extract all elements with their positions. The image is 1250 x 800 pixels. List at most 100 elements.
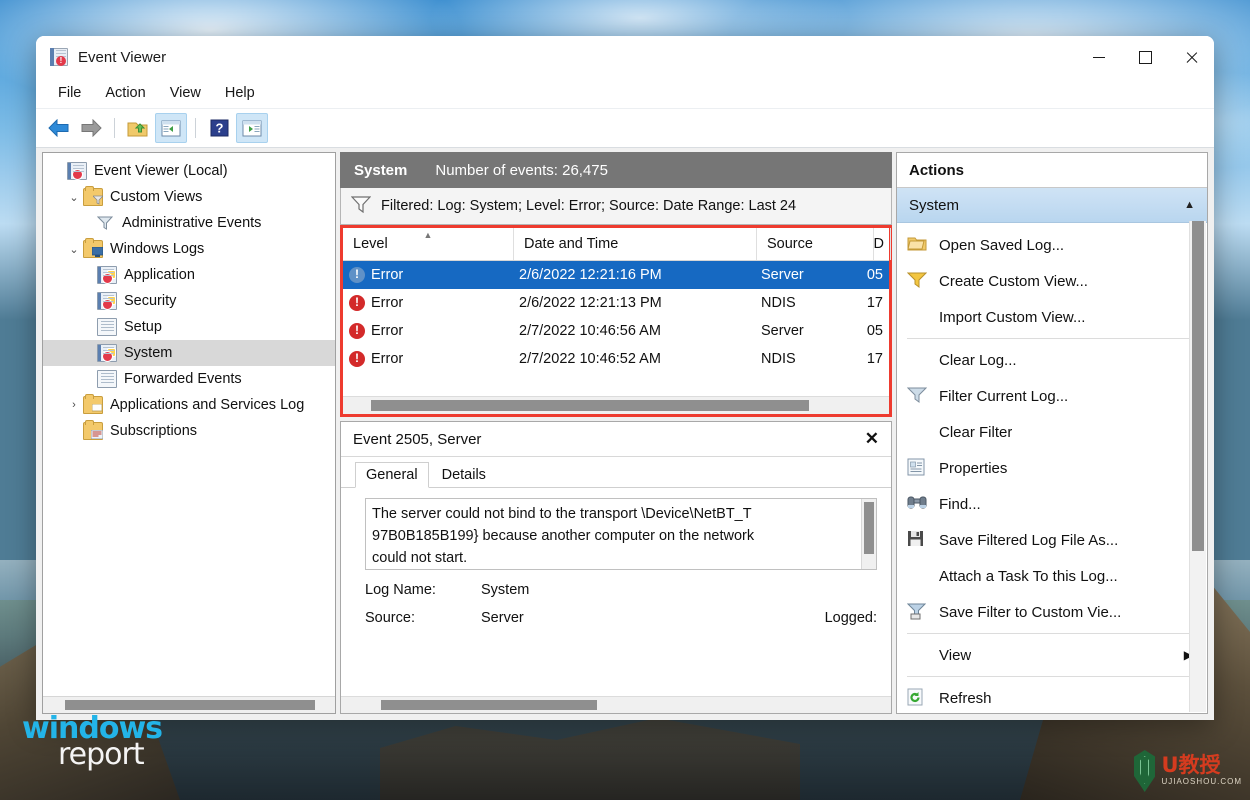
column-header-source[interactable]: Source	[757, 228, 874, 260]
cell-date: 2/6/2022 12:21:16 PM	[519, 267, 662, 283]
column-header-event-id[interactable]: Event ID	[874, 228, 891, 260]
cell-source: Server	[761, 267, 804, 283]
title-bar: ! Event Viewer	[36, 36, 1214, 78]
message-vertical-scrollbar[interactable]	[861, 499, 876, 569]
action-clear-filter[interactable]: Clear Filter	[897, 414, 1207, 450]
actions-pane: Actions System ▲ Open Saved Log... Creat…	[896, 152, 1208, 714]
log-plain-icon	[97, 318, 117, 336]
action-label: Create Custom View...	[939, 272, 1088, 290]
help-icon[interactable]: ?	[204, 114, 234, 142]
no-icon	[907, 422, 929, 442]
log-book-icon	[97, 292, 117, 310]
action-refresh[interactable]: Refresh	[897, 680, 1207, 713]
field-source: Source: Server Logged:	[365, 610, 877, 626]
tree-item-subscriptions[interactable]: Subscriptions	[43, 418, 335, 444]
no-icon	[907, 350, 929, 370]
cell-event-id: 2505	[867, 323, 883, 339]
action-import-custom-view[interactable]: Import Custom View...	[897, 299, 1207, 335]
tree-item-label: Security	[124, 293, 177, 309]
close-button[interactable]	[1168, 36, 1214, 78]
action-clear-log[interactable]: Clear Log...	[897, 342, 1207, 378]
funnel-icon	[350, 195, 372, 217]
action-find[interactable]: Find...	[897, 486, 1207, 522]
properties-icon	[907, 458, 929, 478]
tree-item-application[interactable]: Application	[43, 262, 335, 288]
actions-vertical-scrollbar[interactable]	[1189, 221, 1206, 712]
menu-help[interactable]: Help	[213, 82, 267, 104]
center-pane: System Number of events: 26,475 Filtered…	[340, 152, 892, 714]
scrollbar-thumb[interactable]	[371, 400, 809, 411]
tree-item-label: Setup	[124, 319, 162, 335]
table-row[interactable]: Error 2/6/2022 12:21:13 PM NDIS 10317	[343, 289, 889, 317]
field-label-logged: Logged:	[824, 610, 877, 626]
scrollbar-thumb[interactable]	[381, 700, 597, 710]
event-count-label: Number of events: 26,475	[435, 161, 608, 179]
tree-item-label: Administrative Events	[122, 215, 262, 231]
maximize-button[interactable]	[1122, 36, 1168, 78]
filter-bar[interactable]: Filtered: Log: System; Level: Error; Sou…	[340, 188, 892, 225]
tab-details[interactable]: Details	[431, 462, 497, 487]
action-label: Save Filter to Custom Vie...	[939, 603, 1122, 621]
back-arrow-icon[interactable]	[44, 114, 74, 142]
action-open-saved-log[interactable]: Open Saved Log...	[897, 227, 1207, 263]
tree-item-custom-views[interactable]: ⌄ Custom Views	[43, 184, 335, 210]
field-label: Source:	[365, 610, 415, 626]
action-filter-current-log[interactable]: Filter Current Log...	[897, 378, 1207, 414]
menu-view[interactable]: View	[158, 82, 213, 104]
scrollbar-thumb[interactable]	[65, 700, 315, 710]
action-attach-a-task-to-this-log[interactable]: Attach a Task To this Log...	[897, 558, 1207, 594]
tree-item-label: Windows Logs	[110, 241, 205, 257]
action-save-filter-to-custom-view[interactable]: Save Filter to Custom Vie...	[897, 594, 1207, 630]
tree-item-label: Application	[124, 267, 195, 283]
show-hide-action-pane-icon[interactable]	[236, 113, 268, 143]
ujiaoshou-watermark: U教授 UJIAOSHOU.COM	[1134, 748, 1242, 794]
cell-source: NDIS	[761, 351, 796, 367]
close-icon[interactable]: ✕	[865, 429, 879, 449]
tree-item-administrative-events[interactable]: Administrative Events	[43, 210, 335, 236]
menu-file[interactable]: File	[46, 82, 93, 104]
column-label: Level	[353, 236, 388, 252]
log-book-icon	[97, 266, 117, 284]
show-hide-tree-icon[interactable]	[155, 113, 187, 143]
main-body: Event Viewer (Local) ⌄ Custom Views Admi…	[36, 148, 1214, 720]
tree-item-forwarded-events[interactable]: Forwarded Events	[43, 366, 335, 392]
tree-item-system[interactable]: System	[43, 340, 335, 366]
tab-general[interactable]: General	[355, 462, 429, 488]
chevron-up-icon[interactable]: ▲	[1184, 199, 1195, 211]
open-folder-icon[interactable]	[123, 114, 153, 142]
action-create-custom-view[interactable]: Create Custom View...	[897, 263, 1207, 299]
table-row[interactable]: Error 2/7/2022 10:46:56 AM Server 2505	[343, 317, 889, 345]
tree-item-windows-logs[interactable]: ⌄ Windows Logs	[43, 236, 335, 262]
event-list-header: ▲ Level Date and Time Source Event ID	[343, 228, 891, 261]
scrollbar-thumb[interactable]	[864, 502, 874, 554]
table-row[interactable]: Error 2/6/2022 12:21:16 PM Server 2505	[343, 261, 889, 289]
toolbar-separator	[114, 118, 115, 138]
chevron-down-icon[interactable]: ⌄	[65, 191, 83, 204]
table-row[interactable]: Error 2/7/2022 10:46:52 AM NDIS 10317	[343, 345, 889, 373]
tree-item-label: Custom Views	[110, 189, 203, 205]
action-save-filtered-log-file-as[interactable]: Save Filtered Log File As...	[897, 522, 1207, 558]
cell-event-id: 10317	[867, 351, 883, 367]
column-header-level[interactable]: ▲ Level	[343, 228, 514, 260]
minimize-button[interactable]	[1076, 36, 1122, 78]
chevron-down-icon[interactable]: ⌄	[65, 243, 83, 256]
actions-separator	[907, 676, 1197, 677]
action-properties[interactable]: Properties	[897, 450, 1207, 486]
tree-item-applications-and-services-logs[interactable]: › Applications and Services Log	[43, 392, 335, 418]
toolbar: ?	[36, 109, 1214, 148]
action-view[interactable]: View ▶	[897, 637, 1207, 673]
action-label: Properties	[939, 459, 1008, 477]
tree-item-event-viewer-local[interactable]: Event Viewer (Local)	[43, 158, 335, 184]
tree-item-security[interactable]: Security	[43, 288, 335, 314]
tree-item-label: Applications and Services Log	[110, 397, 305, 413]
tree-item-setup[interactable]: Setup	[43, 314, 335, 340]
chevron-right-icon[interactable]: ›	[65, 399, 83, 411]
forward-arrow-icon[interactable]	[76, 114, 106, 142]
actions-group-system[interactable]: System ▲	[897, 188, 1207, 223]
event-list-horizontal-scrollbar[interactable]	[343, 396, 889, 414]
column-header-date-and-time[interactable]: Date and Time	[514, 228, 757, 260]
scrollbar-thumb[interactable]	[1192, 221, 1204, 551]
actions-header: Actions	[897, 153, 1207, 188]
detail-horizontal-scrollbar[interactable]	[341, 696, 891, 713]
menu-action[interactable]: Action	[93, 82, 157, 104]
